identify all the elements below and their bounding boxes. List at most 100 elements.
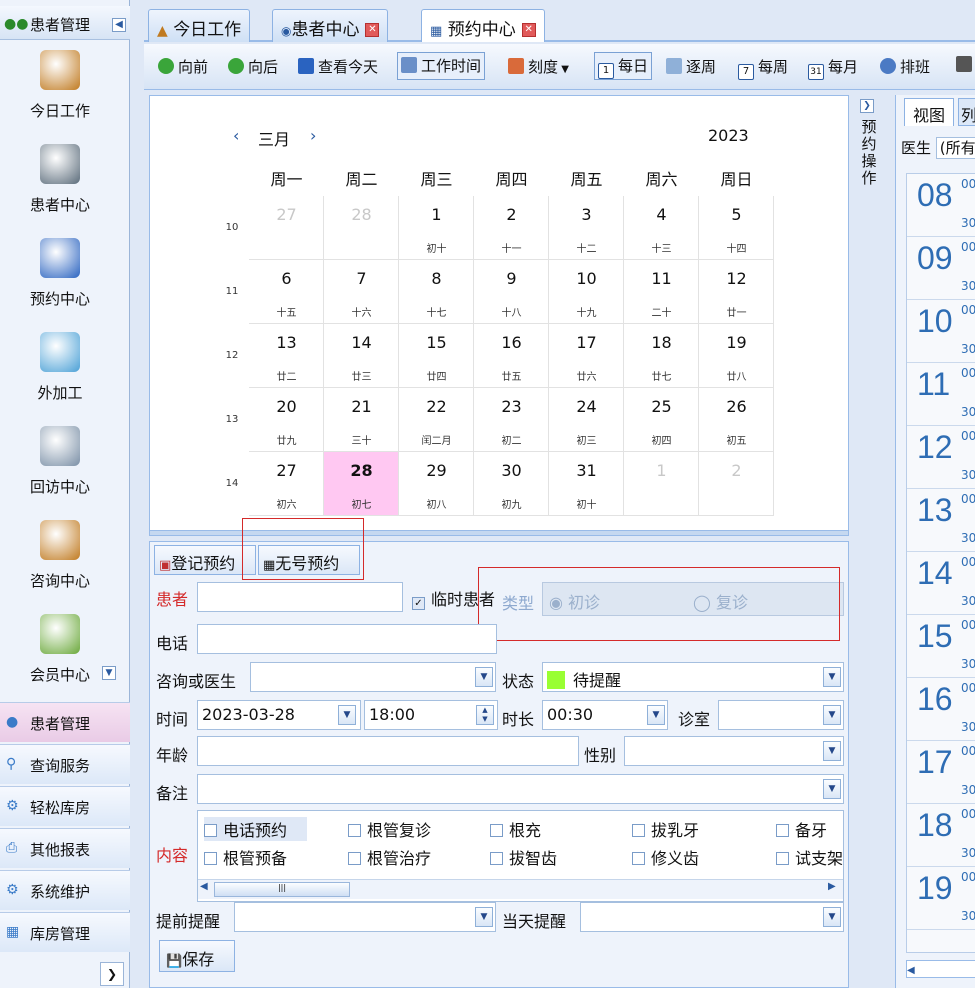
calendar-day-cell[interactable]: 1	[624, 452, 699, 516]
work-time-button[interactable]: 工作时间	[397, 52, 486, 80]
horizontal-scrollbar[interactable]: ◀	[906, 960, 975, 978]
checkbox-icon[interactable]	[776, 852, 789, 865]
calendar-day-cell[interactable]: 4 十三	[624, 196, 699, 260]
print-button[interactable]	[956, 56, 975, 74]
tab-appointment-center[interactable]: ▦ 预约中心 ✕	[421, 9, 545, 42]
hour-row[interactable]: 09 00 30	[907, 237, 975, 300]
hour-row[interactable]: 16 00 30	[907, 678, 975, 741]
calendar-day-cell[interactable]: 27 初六	[249, 452, 324, 516]
date-input[interactable]: 2023-03-28	[197, 700, 361, 730]
hour-row[interactable]: 12 00 30	[907, 426, 975, 489]
calendar-day-cell[interactable]: 30 初九	[474, 452, 549, 516]
hour-row[interactable]: 13 00 30	[907, 489, 975, 552]
sidebar-bottom-item-5[interactable]: ▦ 库房管理	[0, 912, 130, 952]
consultant-select[interactable]	[250, 662, 496, 692]
calendar-day-cell[interactable]: 10 十九	[549, 260, 624, 324]
checkbox-icon[interactable]	[776, 824, 789, 837]
doctor-select[interactable]: (所有	[935, 137, 975, 159]
hour-row[interactable]: 18 00 30	[907, 804, 975, 867]
age-input[interactable]	[197, 736, 579, 766]
calendar-day-cell[interactable]: 27	[249, 196, 324, 260]
calendar-day-cell[interactable]: 5 十四	[699, 196, 774, 260]
calendar-day-cell[interactable]: 11 二十	[624, 260, 699, 324]
calendar-day-cell[interactable]: 28	[324, 196, 399, 260]
sidebar-bottom-item-4[interactable]: ⚙ 系统维护	[0, 870, 130, 910]
calendar-day-cell[interactable]: 9 十八	[474, 260, 549, 324]
status-select[interactable]: 待提醒	[542, 662, 844, 692]
sidebar-item-3[interactable]: 外加工	[0, 328, 120, 422]
byweek-view-button[interactable]: 逐周	[666, 56, 716, 77]
calendar-day-cell[interactable]: 8 十七	[399, 260, 474, 324]
sidebar-item-0[interactable]: 今日工作	[0, 46, 120, 140]
next-button[interactable]: 向后	[228, 56, 278, 77]
sidebar-bottom-item-3[interactable]: ⎙ 其他报表	[0, 828, 130, 868]
chevron-down-icon[interactable]: ▼	[102, 666, 116, 680]
content-checkbox-item[interactable]: 试支架	[776, 845, 843, 869]
schedule-button[interactable]: 排班	[880, 56, 930, 77]
checkbox-icon[interactable]	[204, 824, 217, 837]
remind-day-select[interactable]	[580, 902, 844, 932]
calendar-day-cell[interactable]: 3 十二	[549, 196, 624, 260]
remind-before-select[interactable]	[234, 902, 496, 932]
sidebar-item-4[interactable]: 回访中心	[0, 422, 120, 516]
chevron-down-icon[interactable]: ▼	[823, 667, 841, 687]
content-checkbox-item[interactable]: 拔智齿	[490, 845, 557, 869]
sidebar-item-1[interactable]: 患者中心	[0, 140, 120, 234]
chevron-down-icon[interactable]: ▼	[823, 741, 841, 761]
hour-row[interactable]: 15 00 30	[907, 615, 975, 678]
calendar-day-cell[interactable]: 21 三十	[324, 388, 399, 452]
content-checkbox-item[interactable]: 修义齿	[632, 845, 699, 869]
monthly-view-button[interactable]: 31 每月	[808, 56, 858, 80]
chevron-down-icon[interactable]: ▼	[647, 705, 665, 725]
calendar-month[interactable]: 三月	[258, 126, 290, 150]
content-checkbox-item[interactable]: 电话预约	[204, 817, 308, 841]
phone-input[interactable]	[197, 624, 497, 654]
daily-view-button[interactable]: 1 每日	[594, 52, 653, 80]
next-month-icon[interactable]: ›	[310, 126, 316, 145]
checklist-scrollbar[interactable]: ◀ ||| ▶	[198, 879, 843, 899]
calendar-day-cell[interactable]: 23 初二	[474, 388, 549, 452]
sidebar-collapse-button[interactable]: ◀	[112, 18, 126, 32]
calendar-year[interactable]: 2023	[708, 126, 749, 145]
calendar-day-cell[interactable]: 19 廿八	[699, 324, 774, 388]
save-button[interactable]: 💾保存	[159, 940, 235, 972]
sidebar-item-6[interactable]: 会员中心 ▼	[0, 610, 120, 704]
sidebar-bottom-item-2[interactable]: ⚙ 轻松库房	[0, 786, 130, 826]
weekly-view-button[interactable]: 7 每周	[738, 56, 788, 80]
calendar-day-cell[interactable]: 12 廿一	[699, 260, 774, 324]
sidebar-item-5[interactable]: 咨询中心	[0, 516, 120, 610]
close-icon[interactable]: ✕	[521, 23, 536, 37]
calendar-day-cell[interactable]: 29 初八	[399, 452, 474, 516]
checkbox-icon[interactable]	[632, 824, 645, 837]
calendar-day-cell[interactable]: 24 初三	[549, 388, 624, 452]
chevron-down-icon[interactable]: ▼	[823, 705, 841, 725]
checkbox-icon[interactable]	[490, 852, 503, 865]
calendar-day-cell[interactable]: 6 十五	[249, 260, 324, 324]
tab-view[interactable]: 视图	[904, 98, 955, 126]
time-ruler[interactable]: 08 00 30 09 00 30 10 00 30 11 00 30 12 00 30 13 00 30 14 00…	[906, 173, 975, 953]
chevron-down-icon[interactable]: ▼	[823, 779, 841, 799]
calendar-day-cell[interactable]: 31 初十	[549, 452, 624, 516]
checkbox-icon[interactable]	[204, 852, 217, 865]
checkbox-icon[interactable]	[490, 824, 503, 837]
calendar-day-cell[interactable]: 26 初五	[699, 388, 774, 452]
view-today-button[interactable]: 查看今天	[298, 56, 378, 77]
appointment-operation-panel[interactable]: ❯ 预约操作	[856, 95, 882, 295]
calendar-day-cell[interactable]: 2	[699, 452, 774, 516]
sidebar-more-button[interactable]: ❯	[100, 962, 124, 986]
checkbox-icon[interactable]	[348, 824, 361, 837]
scrollbar-thumb[interactable]: |||	[214, 882, 350, 897]
spinner-icon[interactable]: ▲ ▼	[476, 705, 494, 725]
chevron-down-icon[interactable]: ▼	[475, 667, 493, 687]
hour-row[interactable]: 17 00 30	[907, 741, 975, 804]
scale-dropdown[interactable]: 刻度 ▼	[508, 56, 569, 77]
sidebar-item-2[interactable]: 预约中心	[0, 234, 120, 328]
tab-patient-center[interactable]: ◉患者中心 ✕	[272, 9, 389, 42]
calendar-day-cell[interactable]: 25 初四	[624, 388, 699, 452]
tab-column[interactable]: 列	[958, 98, 975, 126]
calendar-day-cell[interactable]: 13 廿二	[249, 324, 324, 388]
tab-today-work[interactable]: ▲ 今日工作	[148, 9, 251, 42]
note-input[interactable]	[197, 774, 844, 804]
calendar-day-cell[interactable]: 22 闰二月	[399, 388, 474, 452]
sidebar-bottom-item-1[interactable]: ⚲ 查询服务	[0, 744, 130, 784]
